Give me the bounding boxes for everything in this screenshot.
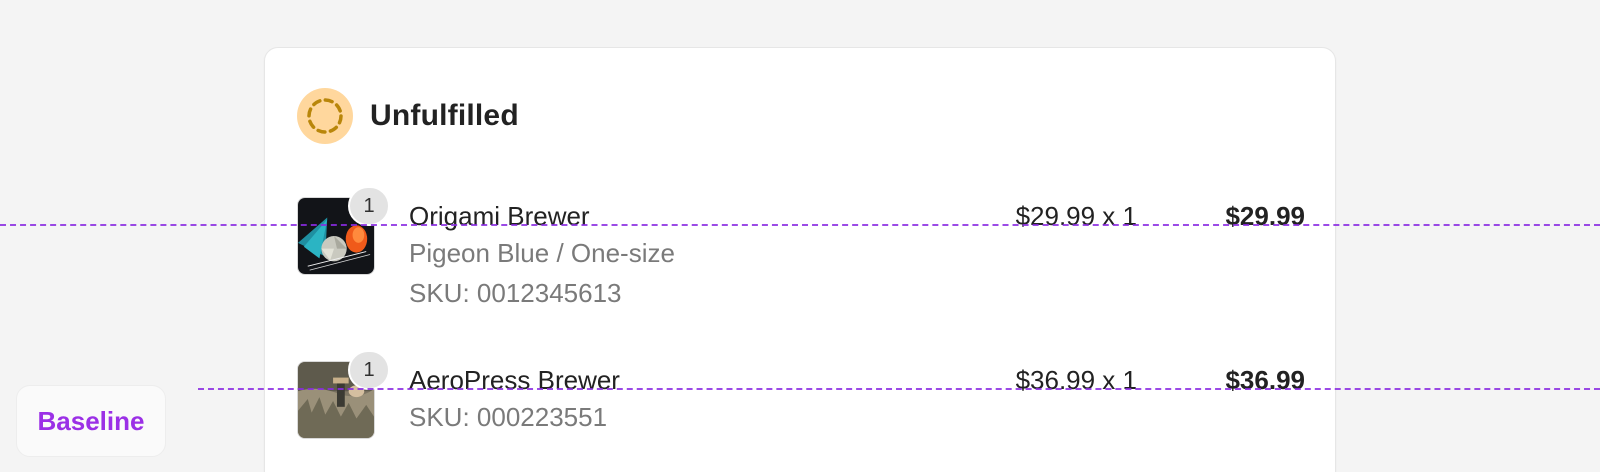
page: Unfulfilled 1 Origami Brewer Pigeon Blue… <box>0 0 1600 472</box>
item-name[interactable]: Origami Brewer <box>409 199 675 233</box>
item-name[interactable]: AeroPress Brewer <box>409 363 620 397</box>
fulfillment-card: Unfulfilled 1 Origami Brewer Pigeon Blue… <box>264 47 1336 472</box>
item-sku: SKU: 0012345613 <box>409 278 622 308</box>
product-thumbnail[interactable]: 1 <box>297 350 390 439</box>
baseline-label[interactable]: Baseline <box>16 385 166 457</box>
line-item: 1 Origami Brewer Pigeon Blue / One-size … <box>297 186 1305 317</box>
card-header: Unfulfilled <box>297 88 519 144</box>
item-variant: Pigeon Blue / One-size <box>409 238 675 268</box>
item-details: Origami Brewer Pigeon Blue / One-size SK… <box>409 199 675 313</box>
quantity-badge: 1 <box>348 350 390 390</box>
product-thumbnail[interactable]: 1 <box>297 186 390 275</box>
line-item: 1 AeroPress Brewer SKU: 000223551 $36.99… <box>297 350 1305 461</box>
item-total: $29.99 <box>1225 201 1305 231</box>
item-total: $36.99 <box>1225 365 1305 395</box>
card-title: Unfulfilled <box>370 99 519 132</box>
item-sku: SKU: 000223551 <box>409 402 608 432</box>
dashed-circle-icon <box>297 88 353 144</box>
item-unit-price: $36.99 x 1 <box>1015 365 1137 395</box>
item-unit-price: $29.99 x 1 <box>1015 201 1137 231</box>
quantity-badge: 1 <box>348 186 390 226</box>
item-details: AeroPress Brewer SKU: 000223551 <box>409 363 620 437</box>
